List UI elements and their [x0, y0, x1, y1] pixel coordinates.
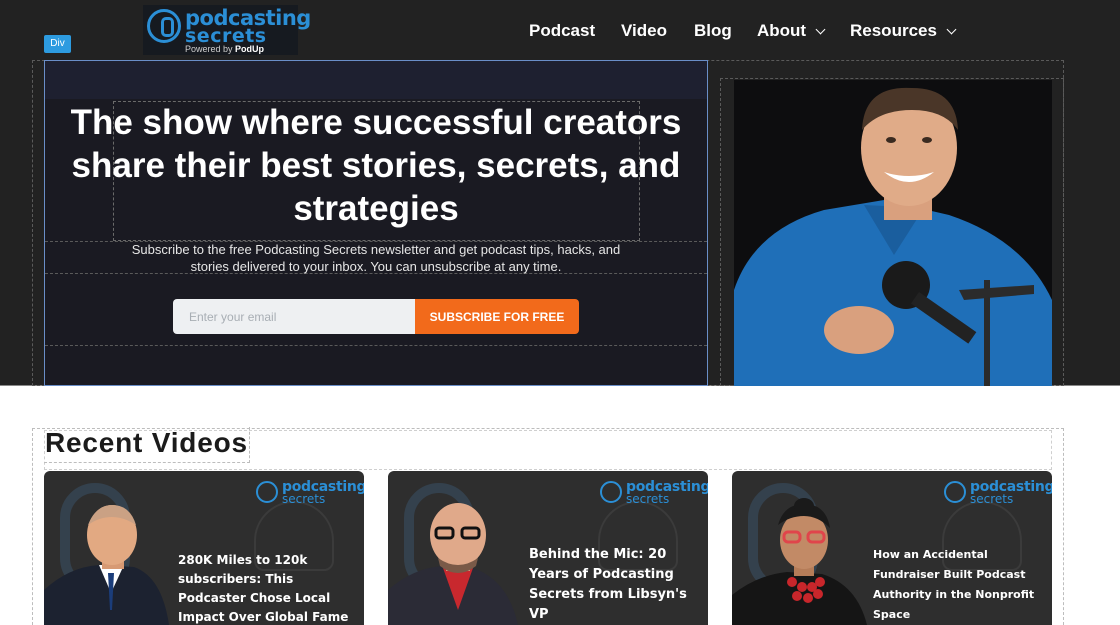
guest-photo [732, 498, 867, 625]
hero-subtext: Subscribe to the free Podcasting Secrets… [131, 242, 621, 274]
recent-videos-title: Recent Videos [44, 427, 250, 463]
nav-blog[interactable]: Blog [694, 20, 732, 42]
video-card-title: How an Accidental Fundraiser Built Podca… [873, 548, 1035, 621]
card-logo-word2: secrets [626, 492, 670, 506]
card-brand-logo: podcasting secrets [256, 479, 364, 507]
video-card-title: 280K Miles to 120k subscribers: This Pod… [178, 553, 349, 624]
guest-photo [388, 503, 518, 625]
host-photo [734, 80, 1052, 386]
nav-about[interactable]: About [757, 20, 826, 42]
nav-video-label: Video [621, 21, 667, 40]
microphone-logo-icon [147, 9, 181, 43]
nav-resources-label: Resources [850, 21, 937, 40]
card-brand-logo: podcasting secrets [600, 479, 708, 507]
nav-resources[interactable]: Resources [850, 20, 957, 42]
site-header: podcasting secrets Powered by PodUp Div … [0, 0, 1120, 60]
video-card[interactable]: podcasting secrets How an Accidental Fun… [732, 471, 1052, 625]
video-card-title: Behind the Mic: 20 Years of Podcasting S… [529, 547, 687, 622]
powered-by-brand: PodUp [235, 44, 265, 54]
video-card[interactable]: podcasting secrets Behind the Mic: 20 Ye… [388, 471, 708, 625]
logo-powered-by: Powered by PodUp [185, 44, 264, 54]
hero-headline: The show where successful creators share… [70, 103, 682, 228]
nav-podcast-label: Podcast [529, 21, 596, 40]
microphone-logo-icon [944, 481, 966, 503]
chevron-down-icon [946, 24, 957, 34]
editor-div-badge: Div [44, 35, 71, 53]
subscribe-button[interactable]: SUBSCRIBE FOR FREE [415, 299, 579, 334]
host-with-microphone-image [734, 80, 1052, 386]
site-logo[interactable]: podcasting secrets Powered by PodUp [143, 5, 311, 55]
card-brand-logo: podcasting secrets [944, 479, 1052, 507]
card-logo-word2: secrets [282, 492, 326, 506]
microphone-logo-icon [256, 481, 278, 503]
nav-podcast[interactable]: Podcast [529, 20, 595, 42]
powered-by-text: Powered by [185, 44, 233, 54]
nav-blog-label: Blog [694, 21, 732, 40]
microphone-logo-icon [600, 481, 622, 503]
hero-section: The show where successful creators share… [0, 60, 1120, 386]
nav-about-label: About [757, 21, 807, 40]
guest-photo [44, 505, 169, 625]
nav-video[interactable]: Video [621, 20, 667, 42]
chevron-down-icon [815, 24, 826, 34]
email-input[interactable] [173, 299, 415, 334]
hero-text-column: The show where successful creators share… [44, 60, 708, 386]
card-logo-word2: secrets [970, 492, 1014, 506]
video-card[interactable]: podcasting secrets 280K Miles to 120k su… [44, 471, 364, 625]
